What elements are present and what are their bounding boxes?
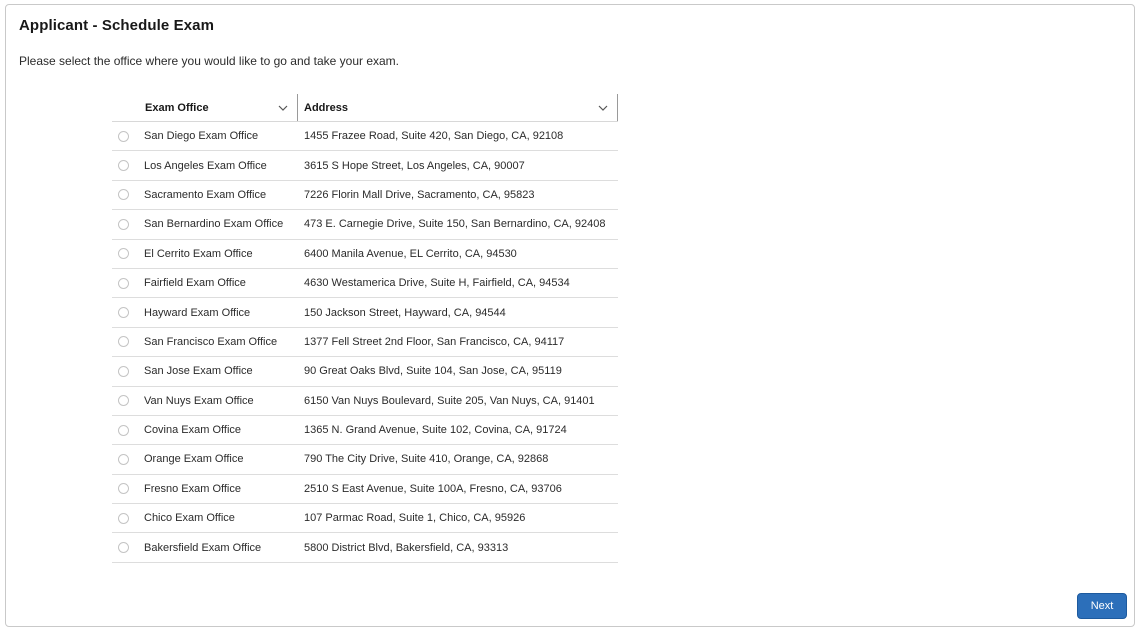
exam-office-cell: Van Nuys Exam Office bbox=[144, 394, 254, 407]
office-radio-button[interactable] bbox=[118, 483, 129, 495]
table-row[interactable]: San Diego Exam Office 1455 Frazee Road, S… bbox=[112, 122, 618, 152]
address-column-header[interactable]: Address bbox=[298, 94, 618, 121]
row-select-cell bbox=[112, 365, 144, 377]
office-radio-button[interactable] bbox=[118, 453, 129, 465]
exam-office-cell: San Bernardino Exam Office bbox=[144, 218, 284, 231]
table-row[interactable]: Covina Exam Office 1365 N. Grand Avenue, … bbox=[112, 416, 618, 446]
office-radio-button[interactable] bbox=[118, 218, 129, 230]
exam-office-cell: Covina Exam Office bbox=[144, 424, 242, 437]
table-row[interactable]: San Jose Exam Office 90 Great Oaks Blvd, … bbox=[112, 357, 618, 387]
address-cell: 1365 N. Grand Avenue, Suite 102, Covina,… bbox=[304, 424, 567, 437]
table-row[interactable]: San Francisco Exam Office 1377 Fell Stree… bbox=[112, 328, 618, 358]
office-radio-button[interactable] bbox=[118, 277, 129, 289]
address-cell: 2510 S East Avenue, Suite 100A, Fresno, … bbox=[304, 482, 562, 495]
table-row[interactable]: Sacramento Exam Office 7226 Florin Mall D… bbox=[112, 181, 618, 211]
exam-office-cell: San Diego Exam Office bbox=[144, 130, 259, 143]
exam-office-table: Exam Office Address San Diego Exam Offic… bbox=[112, 94, 618, 563]
row-select-cell bbox=[112, 424, 144, 436]
address-cell: 6400 Manila Avenue, EL Cerrito, CA, 9453… bbox=[304, 247, 517, 260]
exam-office-cell: San Francisco Exam Office bbox=[144, 335, 278, 348]
exam-office-cell: Fairfield Exam Office bbox=[144, 277, 246, 290]
row-select-cell bbox=[112, 336, 144, 348]
office-radio-button[interactable] bbox=[118, 160, 129, 172]
address-cell: 7226 Florin Mall Drive, Sacramento, CA, … bbox=[304, 188, 535, 201]
office-radio-button[interactable] bbox=[118, 307, 129, 319]
row-select-cell bbox=[112, 130, 144, 142]
schedule-exam-card: Applicant - Schedule Exam Please select … bbox=[5, 4, 1135, 627]
exam-office-cell: Fresno Exam Office bbox=[144, 482, 241, 495]
exam-office-cell: Bakersfield Exam Office bbox=[144, 541, 262, 554]
row-select-cell bbox=[112, 248, 144, 260]
row-select-cell bbox=[112, 512, 144, 524]
exam-office-cell: Chico Exam Office bbox=[144, 512, 235, 525]
row-select-cell bbox=[112, 218, 144, 230]
address-cell: 90 Great Oaks Blvd, Suite 104, San Jose,… bbox=[304, 365, 562, 378]
table-body: San Diego Exam Office 1455 Frazee Road, S… bbox=[112, 122, 618, 563]
office-radio-button[interactable] bbox=[118, 189, 129, 201]
row-select-cell bbox=[112, 307, 144, 319]
exam-office-column-header[interactable]: Exam Office bbox=[144, 94, 298, 121]
row-select-cell bbox=[112, 453, 144, 465]
address-cell: 107 Parmac Road, Suite 1, Chico, CA, 959… bbox=[304, 512, 526, 525]
address-cell: 4630 Westamerica Drive, Suite H, Fairfie… bbox=[304, 277, 570, 290]
table-row[interactable]: Fairfield Exam Office 4630 Westamerica Dr… bbox=[112, 269, 618, 299]
address-cell: 1377 Fell Street 2nd Floor, San Francisc… bbox=[304, 335, 565, 348]
page-title: Applicant - Schedule Exam bbox=[19, 17, 215, 34]
table-row[interactable]: Fresno Exam Office 2510 S East Avenue, Su… bbox=[112, 475, 618, 505]
office-radio-button[interactable] bbox=[118, 512, 129, 524]
select-column-header bbox=[112, 94, 144, 121]
exam-office-cell: El Cerrito Exam Office bbox=[144, 247, 253, 260]
table-row[interactable]: El Cerrito Exam Office 6400 Manila Avenue… bbox=[112, 240, 618, 269]
address-cell: 5800 District Blvd, Bakersfield, CA, 933… bbox=[304, 541, 509, 554]
exam-office-cell: San Jose Exam Office bbox=[144, 365, 253, 378]
chevron-down-icon[interactable] bbox=[597, 102, 609, 114]
exam-office-column-label: Exam Office bbox=[145, 101, 209, 114]
row-select-cell bbox=[112, 542, 144, 554]
exam-office-cell: Hayward Exam Office bbox=[144, 306, 251, 319]
address-cell: 6150 Van Nuys Boulevard, Suite 205, Van … bbox=[304, 394, 595, 407]
address-column-label: Address bbox=[304, 101, 349, 114]
table-row[interactable]: Chico Exam Office 107 Parmac Road, Suite … bbox=[112, 504, 618, 534]
next-button[interactable]: Next bbox=[1077, 593, 1127, 619]
address-cell: 473 E. Carnegie Drive, Suite 150, San Be… bbox=[304, 218, 606, 231]
table-row[interactable]: Los Angeles Exam Office 3615 S Hope Stree… bbox=[112, 151, 618, 181]
table-row[interactable]: Orange Exam Office 790 The City Drive, Su… bbox=[112, 445, 618, 475]
row-select-cell bbox=[112, 160, 144, 172]
office-radio-button[interactable] bbox=[118, 395, 129, 407]
office-radio-button[interactable] bbox=[118, 248, 129, 260]
row-select-cell bbox=[112, 483, 144, 495]
exam-office-cell: Los Angeles Exam Office bbox=[144, 159, 267, 172]
table-row[interactable]: Van Nuys Exam Office 6150 Van Nuys Boulev… bbox=[112, 387, 618, 416]
row-select-cell bbox=[112, 277, 144, 289]
exam-office-cell: Sacramento Exam Office bbox=[144, 188, 267, 201]
chevron-down-icon[interactable] bbox=[277, 102, 289, 114]
table-row[interactable]: San Bernardino Exam Office 473 E. Carnegi… bbox=[112, 210, 618, 240]
address-cell: 790 The City Drive, Suite 410, Orange, C… bbox=[304, 453, 549, 466]
table-row[interactable]: Bakersfield Exam Office 5800 District Blv… bbox=[112, 533, 618, 563]
office-radio-button[interactable] bbox=[118, 542, 129, 554]
address-cell: 1455 Frazee Road, Suite 420, San Diego, … bbox=[304, 130, 564, 143]
office-radio-button[interactable] bbox=[118, 424, 129, 436]
row-select-cell bbox=[112, 189, 144, 201]
address-cell: 150 Jackson Street, Hayward, CA, 94544 bbox=[304, 306, 506, 319]
row-select-cell bbox=[112, 395, 144, 407]
office-radio-button[interactable] bbox=[118, 365, 129, 377]
address-cell: 3615 S Hope Street, Los Angeles, CA, 900… bbox=[304, 159, 525, 172]
table-row[interactable]: Hayward Exam Office 150 Jackson Street, H… bbox=[112, 298, 618, 328]
table-header: Exam Office Address bbox=[112, 94, 618, 122]
office-radio-button[interactable] bbox=[118, 130, 129, 142]
office-radio-button[interactable] bbox=[118, 336, 129, 348]
exam-office-cell: Orange Exam Office bbox=[144, 453, 244, 466]
instructions-text: Please select the office where you would… bbox=[19, 54, 399, 68]
